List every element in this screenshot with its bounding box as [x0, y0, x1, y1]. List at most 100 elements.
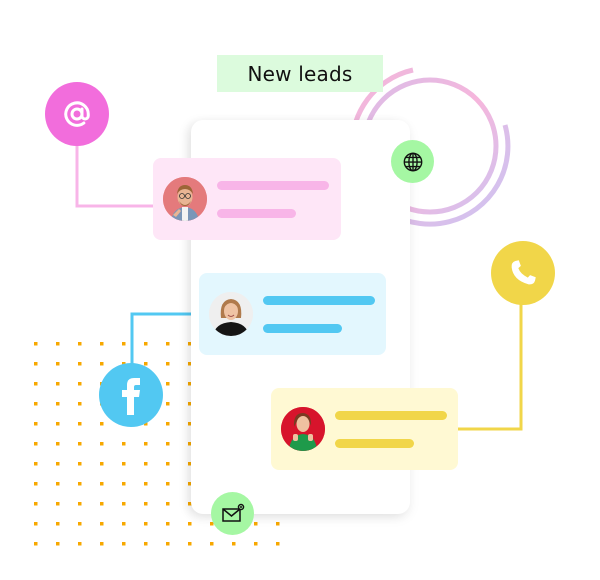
new-leads-title: New leads [217, 55, 383, 92]
grid-dot [166, 342, 170, 346]
grid-dot [276, 542, 280, 546]
grid-dot [56, 382, 60, 386]
grid-dot [122, 342, 126, 346]
email-channel-button[interactable] [45, 82, 109, 146]
lead-detail-placeholder [335, 438, 414, 448]
grid-dot [34, 362, 38, 366]
grid-dot [122, 482, 126, 486]
man-with-glasses-avatar [163, 177, 207, 221]
grid-dot [78, 362, 82, 366]
lead-info-lines [217, 180, 329, 218]
grid-dot [56, 442, 60, 446]
grid-dot [56, 402, 60, 406]
lead-detail-placeholder [263, 323, 342, 333]
grid-dot [56, 462, 60, 466]
grid-dot [34, 482, 38, 486]
grid-dot [166, 462, 170, 466]
lead-card-phone[interactable] [271, 388, 458, 470]
grid-dot [122, 502, 126, 506]
grid-dot [78, 422, 82, 426]
grid-dot [166, 422, 170, 426]
grid-dot [122, 542, 126, 546]
grid-dot [144, 462, 148, 466]
grid-dot [56, 482, 60, 486]
title-text: New leads [247, 61, 353, 86]
grid-dot [100, 342, 104, 346]
grid-dot [144, 522, 148, 526]
phone-channel-button[interactable] [491, 241, 555, 305]
grid-dot [100, 482, 104, 486]
grid-dot [78, 502, 82, 506]
grid-dot [188, 522, 192, 526]
grid-dot [34, 382, 38, 386]
lead-info-lines [263, 295, 375, 333]
grid-dot [34, 502, 38, 506]
grid-dot [166, 402, 170, 406]
grid-dot [166, 502, 170, 506]
website-channel-button[interactable] [391, 140, 434, 183]
facebook-icon [122, 378, 140, 415]
lead-name-placeholder [217, 180, 329, 190]
mail-notification-icon [221, 503, 244, 522]
grid-dot [100, 522, 104, 526]
email-connector-line [75, 140, 155, 208]
phone-icon [511, 260, 536, 285]
grid-dot [78, 442, 82, 446]
lead-card-email[interactable] [153, 158, 341, 240]
grid-dot [100, 542, 104, 546]
grid-dot [56, 542, 60, 546]
grid-dot [34, 542, 38, 546]
grid-dot [166, 382, 170, 386]
grid-dot [56, 502, 60, 506]
lead-card-facebook[interactable] [199, 273, 386, 355]
grid-dot [166, 522, 170, 526]
grid-dot [56, 422, 60, 426]
woman-green-sweater-avatar [281, 407, 325, 451]
grid-dot [78, 382, 82, 386]
grid-dot [188, 542, 192, 546]
grid-dot [144, 502, 148, 506]
grid-dot [100, 362, 104, 366]
at-sign-icon [64, 101, 90, 127]
grid-dot [166, 482, 170, 486]
grid-dot [100, 422, 104, 426]
grid-dot [144, 342, 148, 346]
grid-dot [56, 522, 60, 526]
grid-dot [78, 402, 82, 406]
grid-dot [100, 442, 104, 446]
grid-dot [254, 522, 258, 526]
grid-dot [254, 542, 258, 546]
grid-dot [56, 362, 60, 366]
grid-dot [34, 462, 38, 466]
lead-detail-placeholder [217, 208, 296, 218]
grid-dot [34, 522, 38, 526]
grid-dot [100, 502, 104, 506]
phone-connector-line [457, 304, 523, 431]
globe-icon [403, 152, 422, 171]
lead-name-placeholder [335, 410, 447, 420]
grid-dot [122, 442, 126, 446]
grid-dot [78, 462, 82, 466]
grid-dot [122, 462, 126, 466]
grid-dot [232, 542, 236, 546]
grid-dot [166, 442, 170, 446]
grid-dot [78, 522, 82, 526]
grid-dot [78, 482, 82, 486]
grid-dot [56, 342, 60, 346]
grid-dot [166, 542, 170, 546]
grid-dot [78, 342, 82, 346]
grid-dot [144, 442, 148, 446]
mail-channel-button[interactable] [211, 492, 254, 535]
grid-dot [34, 442, 38, 446]
grid-dot [78, 542, 82, 546]
grid-dot [122, 522, 126, 526]
grid-dot [144, 542, 148, 546]
grid-dot [210, 542, 214, 546]
grid-dot [100, 462, 104, 466]
grid-dot [144, 482, 148, 486]
grid-dot [34, 402, 38, 406]
lead-name-placeholder [263, 295, 375, 305]
facebook-channel-button[interactable] [99, 363, 163, 427]
grid-dot [34, 422, 38, 426]
grid-dot [144, 362, 148, 366]
